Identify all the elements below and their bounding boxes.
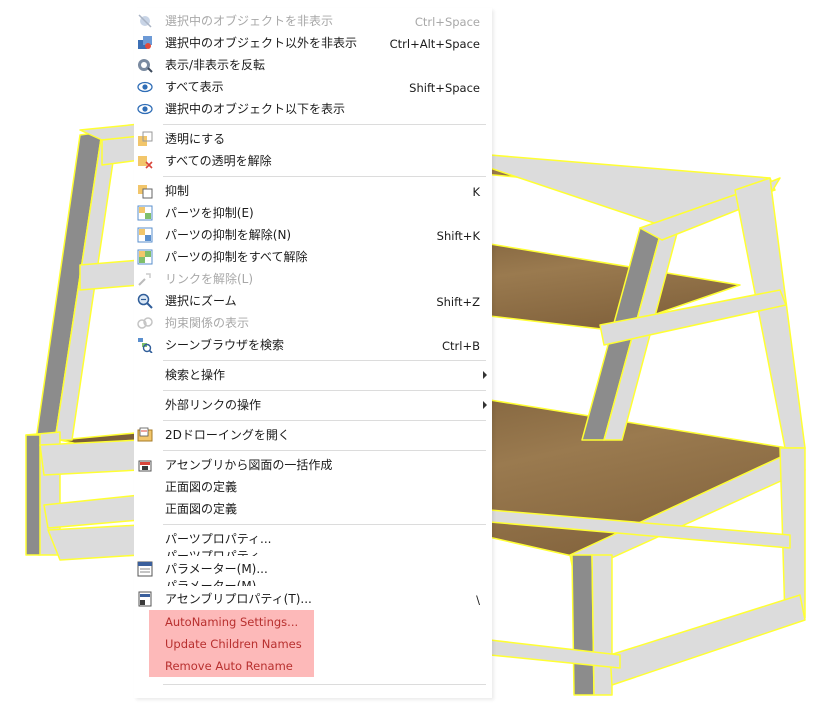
menu-item-label: 拘束関係の表示	[165, 316, 250, 330]
invert-visibility-icon	[138, 59, 153, 73]
menu-item-search-and-operate[interactable]: 検索と操作	[134, 364, 492, 386]
menu-separator	[163, 524, 486, 525]
menu-item-batch-drawing[interactable]: アセンブリから図面の一括作成	[134, 454, 492, 476]
menu-item-label: 表示/非表示を反転	[165, 58, 266, 72]
menu-item-autonaming-settings[interactable]: AutoNaming Settings...	[134, 611, 492, 633]
menu-separator	[163, 124, 486, 125]
menu-item-label: Remove Auto Rename	[165, 659, 293, 673]
menu-separator	[163, 176, 486, 177]
menu-item-open-2d-drawing[interactable]: 2Dドローイングを開く	[134, 424, 492, 446]
menu-item-label: 選択中のオブジェクトを非表示	[165, 14, 334, 28]
menu-item-unlink[interactable]: リンクを解除(L)	[134, 268, 492, 290]
ghost-label: パラメーター(M)...	[165, 579, 268, 586]
menu-item-label: アセンブリプロパティ(T)...	[165, 592, 312, 606]
hide-others-icon	[138, 36, 152, 49]
menu-item-external-links[interactable]: 外部リンクの操作	[134, 394, 492, 416]
menu-item-shortcut: \	[476, 593, 480, 607]
transparent-icon	[138, 131, 153, 146]
suppress-icon	[138, 185, 153, 199]
unsuppress-all-icon	[137, 249, 153, 265]
ghost-item: パーツプロパティ...	[134, 546, 492, 556]
menu-item-label: パーツの抑制を解除(N)	[165, 228, 292, 242]
menu-item-label: リンクを解除(L)	[165, 272, 254, 286]
menu-item-label: 2Dドローイングを開く	[165, 428, 290, 442]
scene-browser-search-icon	[138, 338, 153, 353]
drawing-icon	[137, 427, 153, 442]
suppress-part-icon	[137, 205, 153, 221]
menu-item-define-front-view[interactable]: 正面図の定義	[134, 476, 492, 498]
menu-item-shortcut: K	[472, 185, 480, 199]
menu-item-label: 正面図の定義	[165, 480, 238, 494]
menu-item-remove-auto-rename[interactable]: Remove Auto Rename	[134, 655, 492, 677]
menu-item-suppress-part[interactable]: パーツを抑制(E)	[134, 202, 492, 224]
eye-icon	[137, 103, 153, 115]
menu-item-label: AutoNaming Settings...	[165, 615, 299, 629]
menu-item-show-constraints[interactable]: 拘束関係の表示	[134, 312, 492, 334]
menu-item-label: 正面図の定義	[165, 502, 238, 516]
menu-item-remove-transparency[interactable]: すべての透明を解除	[134, 150, 492, 172]
menu-item-define-front-view-2[interactable]: 正面図の定義	[134, 498, 492, 520]
menu-item-shortcut: Ctrl+B	[442, 339, 480, 353]
menu-separator	[163, 450, 486, 451]
menu-item-label: Update Children Names	[165, 637, 302, 651]
eye-icon	[137, 81, 153, 93]
menu-item-label: パーツの抑制をすべて解除	[165, 250, 308, 264]
menu-item-hide-selected[interactable]: 選択中のオブジェクトを非表示 Ctrl+Space	[134, 10, 492, 32]
hide-icon	[138, 14, 152, 28]
menu-item-label: すべての透明を解除	[165, 154, 272, 168]
menu-item-shortcut: Shift+Space	[409, 81, 480, 95]
submenu-arrow-icon	[483, 371, 487, 379]
menu-item-label: アセンブリから図面の一括作成	[165, 458, 333, 472]
menu-item-label: パーツプロパティ...	[165, 532, 272, 546]
menu-item-update-children-names[interactable]: Update Children Names	[134, 633, 492, 655]
menu-item-unsuppress-part[interactable]: パーツの抑制を解除(N) Shift+K	[134, 224, 492, 246]
menu-item-label: 選択中のオブジェクト以外を非表示	[165, 36, 358, 50]
menu-separator	[163, 420, 486, 421]
menu-item-shortcut: Ctrl+Space	[414, 15, 480, 29]
menu-item-label: 選択中のオブジェクト以下を表示	[165, 102, 346, 116]
menu-item-label: 透明にする	[165, 132, 226, 146]
menu-item-label: パーツを抑制(E)	[165, 206, 254, 220]
parameter-icon	[137, 561, 153, 577]
assembly-property-icon	[138, 591, 152, 607]
menu-item-shortcut: Shift+Z	[436, 295, 480, 309]
menu-item-label: 外部リンクの操作	[165, 398, 262, 412]
remove-transparency-icon	[138, 156, 153, 169]
menu-item-label: 検索と操作	[165, 368, 226, 382]
menu-item-zoom-to-selection[interactable]: 選択にズーム Shift+Z	[134, 290, 492, 312]
menu-separator	[163, 684, 486, 685]
batch-drawing-icon	[138, 460, 152, 472]
menu-item-show-all[interactable]: すべて表示 Shift+Space	[134, 76, 492, 98]
unlink-icon	[138, 273, 151, 286]
menu-separator	[163, 390, 486, 391]
menu-item-label: シーンブラウザを検索	[165, 338, 285, 352]
menu-separator	[163, 360, 486, 361]
zoom-icon	[137, 293, 153, 309]
menu-item-hide-others[interactable]: 選択中のオブジェクト以外を非表示 Ctrl+Alt+Space	[134, 32, 492, 54]
menu-item-label: 抑制	[165, 184, 190, 198]
menu-item-shortcut: Ctrl+Alt+Space	[389, 37, 480, 51]
menu-item-invert-visibility[interactable]: 表示/非表示を反転	[134, 54, 492, 76]
ghost-label: パーツプロパティ...	[165, 549, 272, 556]
ghost-item: パラメーター(M)...	[134, 576, 492, 586]
submenu-arrow-icon	[483, 401, 487, 409]
menu-item-label: パラメーター(M)...	[165, 562, 268, 576]
menu-item-label: 選択にズーム	[165, 294, 237, 308]
menu-item-label: すべて表示	[165, 80, 224, 94]
context-menu: 選択中のオブジェクトを非表示 Ctrl+Space 選択中のオブジェクト以外を非…	[134, 8, 492, 698]
menu-item-show-below[interactable]: 選択中のオブジェクト以下を表示	[134, 98, 492, 120]
menu-item-unsuppress-all[interactable]: パーツの抑制をすべて解除	[134, 246, 492, 268]
menu-item-search-scene-browser[interactable]: シーンブラウザを検索 Ctrl+B	[134, 334, 492, 356]
unsuppress-part-icon	[137, 227, 153, 243]
menu-item-make-transparent[interactable]: 透明にする	[134, 128, 492, 150]
constraint-icon	[137, 317, 153, 329]
menu-item-suppress[interactable]: 抑制 K	[134, 180, 492, 202]
menu-item-shortcut: Shift+K	[436, 229, 480, 243]
menu-item-assembly-properties[interactable]: アセンブリプロパティ(T)... \	[134, 588, 492, 610]
